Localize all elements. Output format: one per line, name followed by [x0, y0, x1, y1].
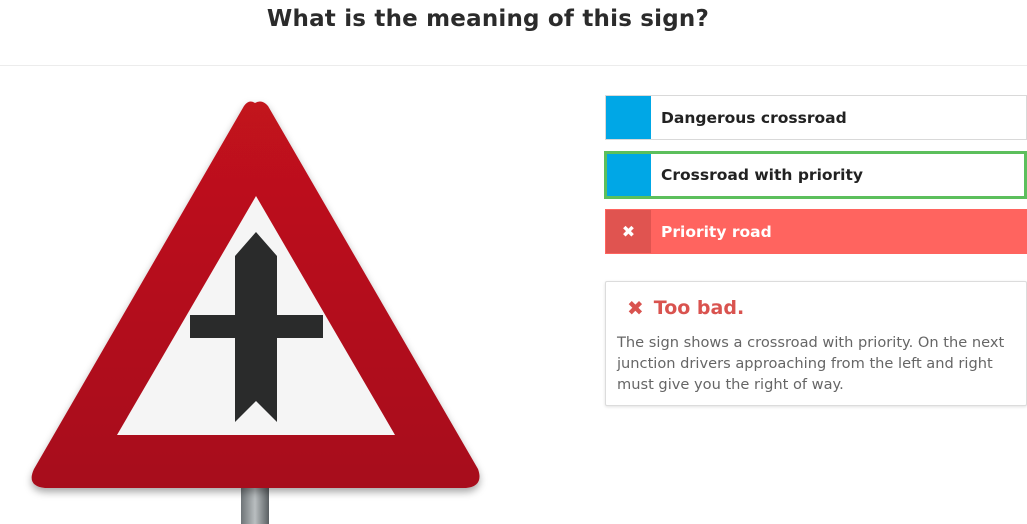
answer-label: Dangerous crossroad — [661, 108, 847, 127]
close-icon: ✖ — [621, 222, 636, 241]
feedback-title: Too bad. — [653, 297, 745, 319]
answer-color-marker — [607, 154, 651, 196]
crossroad-with-priority-sign-icon — [31, 101, 480, 524]
answer-option-crossroad-with-priority[interactable]: Crossroad with priority — [604, 151, 1027, 199]
question-header: What is the meaning of this sign? — [0, 0, 1027, 66]
feedback-header: ✖ Too bad. — [627, 296, 744, 320]
quiz-page: What is the meaning of this sign? Danger… — [0, 0, 1027, 524]
answer-wrong-marker: ✖ — [606, 210, 651, 253]
answer-color-marker — [606, 96, 651, 139]
answer-option-priority-road[interactable]: ✖ Priority road — [605, 209, 1027, 254]
feedback-panel: ✖ Too bad. The sign shows a crossroad wi… — [605, 281, 1027, 406]
close-icon: ✖ — [627, 296, 644, 320]
answer-label: Priority road — [661, 222, 772, 241]
feedback-explanation: The sign shows a crossroad with priority… — [617, 334, 1005, 393]
answer-option-dangerous-crossroad[interactable]: Dangerous crossroad — [605, 95, 1027, 140]
question-title: What is the meaning of this sign? — [266, 6, 710, 32]
sign-image-area — [0, 66, 500, 524]
answer-label: Crossroad with priority — [661, 166, 864, 184]
